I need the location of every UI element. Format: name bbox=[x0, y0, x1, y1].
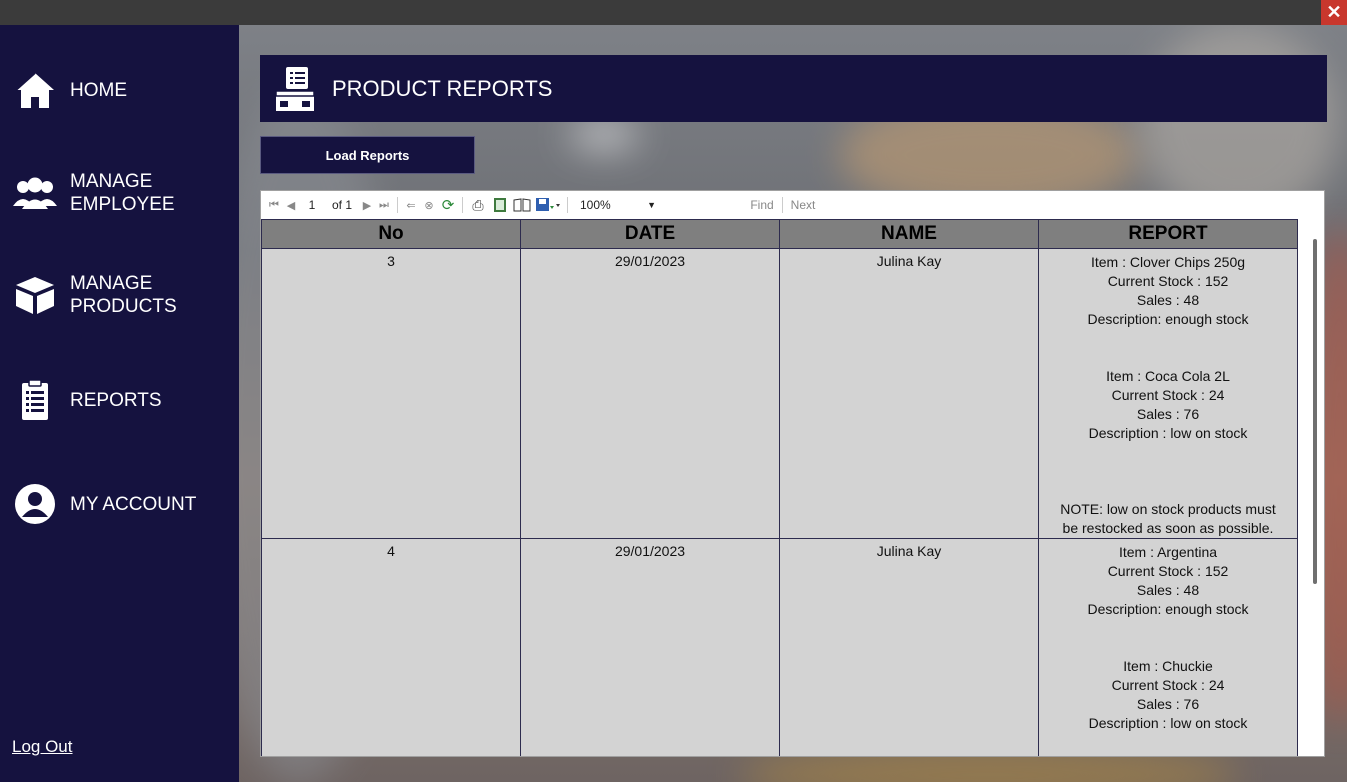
account-icon bbox=[12, 481, 58, 527]
page-setup-icon[interactable] bbox=[511, 195, 533, 215]
report-line bbox=[1041, 462, 1295, 481]
report-line: Sales : 76 bbox=[1136, 406, 1200, 422]
nav-manage-products[interactable]: MANAGE PRODUCTS bbox=[12, 272, 177, 318]
clipboard-icon bbox=[12, 377, 58, 423]
refresh-icon[interactable]: ⟳ bbox=[438, 195, 458, 215]
logout-link[interactable]: Log Out bbox=[12, 737, 73, 757]
back-icon[interactable]: ⇐ bbox=[402, 195, 420, 215]
first-page-icon[interactable]: ⏮ bbox=[265, 195, 283, 215]
nav-reports-label: REPORTS bbox=[70, 389, 162, 411]
cell-date: 29/01/2023 bbox=[520, 248, 780, 539]
report-line bbox=[1041, 348, 1295, 367]
report-line: Item : Clover Chips 250g bbox=[1090, 254, 1246, 270]
nav-my-account-label: MY ACCOUNT bbox=[70, 493, 197, 515]
report-line: Sales : 48 bbox=[1136, 292, 1200, 308]
find-input[interactable] bbox=[672, 195, 744, 215]
report-line: Item : Argentina bbox=[1118, 544, 1218, 560]
report-line bbox=[1041, 329, 1295, 348]
column-header-no: No bbox=[261, 219, 521, 249]
stop-icon[interactable]: ⊗ bbox=[420, 195, 438, 215]
column-header-report: REPORT bbox=[1038, 219, 1298, 249]
load-reports-button[interactable]: Load Reports bbox=[260, 136, 475, 174]
report-table: No DATE NAME REPORT 3 29/01/2023 Julina … bbox=[261, 219, 1298, 756]
report-toolbar: ⏮ ◀ 1 of 1 ▶ ⏭ ⇐ ⊗ ⟳ ⎙ 100% ▼ Find Next bbox=[261, 191, 1324, 219]
next-page-icon[interactable]: ▶ bbox=[359, 195, 375, 215]
report-line bbox=[1041, 481, 1295, 500]
zoom-value: 100% bbox=[580, 198, 611, 212]
report-line: Sales : 76 bbox=[1136, 696, 1200, 712]
page-count-label: of 1 bbox=[331, 198, 352, 212]
report-line: NOTE: low on stock products must bbox=[1060, 501, 1276, 517]
report-line bbox=[1041, 638, 1295, 657]
report-line: Current Stock : 152 bbox=[1107, 563, 1229, 579]
report-line: Current Stock : 152 bbox=[1107, 273, 1229, 289]
cell-no: 4 bbox=[261, 538, 521, 756]
report-line: Item : Chuckie bbox=[1123, 658, 1213, 674]
report-line: be restocked as soon as possible. bbox=[1062, 520, 1274, 536]
last-page-icon[interactable]: ⏭ bbox=[375, 195, 393, 215]
nav-home-label: HOME bbox=[70, 79, 127, 101]
nav-manage-employee[interactable]: MANAGE EMPLOYEE bbox=[12, 170, 175, 216]
close-icon: ✕ bbox=[1326, 2, 1342, 22]
print-icon[interactable]: ⎙ bbox=[467, 195, 489, 215]
report-viewer: ⏮ ◀ 1 of 1 ▶ ⏭ ⇐ ⊗ ⟳ ⎙ 100% ▼ Find Next … bbox=[260, 190, 1325, 757]
table-row: 3 29/01/2023 Julina Kay Item : Clover Ch… bbox=[261, 248, 1298, 539]
title-bar: ✕ bbox=[0, 0, 1347, 25]
column-header-name: NAME bbox=[779, 219, 1039, 249]
page-title: PRODUCT REPORTS bbox=[332, 75, 553, 101]
cell-report: Item : Clover Chips 250g Current Stock : … bbox=[1038, 248, 1298, 539]
product-report-icon bbox=[274, 65, 316, 113]
nav-home[interactable]: HOME bbox=[12, 67, 127, 113]
export-icon[interactable] bbox=[533, 195, 563, 215]
nav-manage-employee-label: MANAGE EMPLOYEE bbox=[70, 171, 175, 215]
cell-name: Julina Kay bbox=[779, 248, 1039, 539]
page-number-input[interactable]: 1 bbox=[299, 195, 325, 215]
cell-report: Item : Argentina Current Stock : 152 Sales… bbox=[1038, 538, 1298, 756]
users-icon bbox=[12, 170, 58, 216]
cell-no: 3 bbox=[261, 248, 521, 539]
box-icon bbox=[12, 272, 58, 318]
print-layout-icon[interactable] bbox=[489, 195, 511, 215]
report-line: Description: enough stock bbox=[1087, 311, 1249, 327]
vertical-scrollbar[interactable] bbox=[1307, 219, 1324, 756]
report-line bbox=[1041, 443, 1295, 462]
scrollbar-thumb[interactable] bbox=[1313, 239, 1317, 584]
main-panel: PRODUCT REPORTS Load Reports ⏮ ◀ 1 of 1 … bbox=[239, 25, 1347, 782]
nav-my-account[interactable]: MY ACCOUNT bbox=[12, 481, 196, 527]
cell-date: 29/01/2023 bbox=[520, 538, 780, 756]
table-row: 4 29/01/2023 Julina Kay Item : Argentina… bbox=[261, 538, 1298, 756]
close-button[interactable]: ✕ bbox=[1321, 0, 1347, 25]
background-image bbox=[569, 120, 639, 150]
home-icon bbox=[12, 67, 58, 113]
sidebar: HOME MANAGE EMPLOYEE MANAGE PRODUCTS REP… bbox=[0, 25, 239, 782]
column-header-date: DATE bbox=[520, 219, 780, 249]
prev-page-icon[interactable]: ◀ bbox=[283, 195, 299, 215]
report-line: Current Stock : 24 bbox=[1111, 387, 1225, 403]
nav-manage-products-label: MANAGE PRODUCTS bbox=[70, 273, 177, 317]
report-line: Description : low on stock bbox=[1088, 425, 1248, 441]
report-page: No DATE NAME REPORT 3 29/01/2023 Julina … bbox=[261, 219, 1309, 756]
nav-reports[interactable]: REPORTS bbox=[12, 377, 162, 423]
next-button[interactable]: Next bbox=[785, 195, 821, 215]
report-line bbox=[1041, 619, 1295, 638]
report-line: Description : low on stock bbox=[1088, 715, 1248, 731]
find-button[interactable]: Find bbox=[744, 195, 780, 215]
report-line: Sales : 48 bbox=[1136, 582, 1200, 598]
chevron-down-icon: ▼ bbox=[647, 200, 656, 210]
table-header-row: No DATE NAME REPORT bbox=[261, 219, 1298, 249]
report-line: Item : Coca Cola 2L bbox=[1106, 368, 1230, 384]
page-header: PRODUCT REPORTS bbox=[260, 55, 1327, 122]
cell-name: Julina Kay bbox=[779, 538, 1039, 756]
report-line: Description: enough stock bbox=[1087, 601, 1249, 617]
report-line: Current Stock : 24 bbox=[1111, 677, 1225, 693]
zoom-select[interactable]: 100% ▼ bbox=[572, 195, 664, 215]
